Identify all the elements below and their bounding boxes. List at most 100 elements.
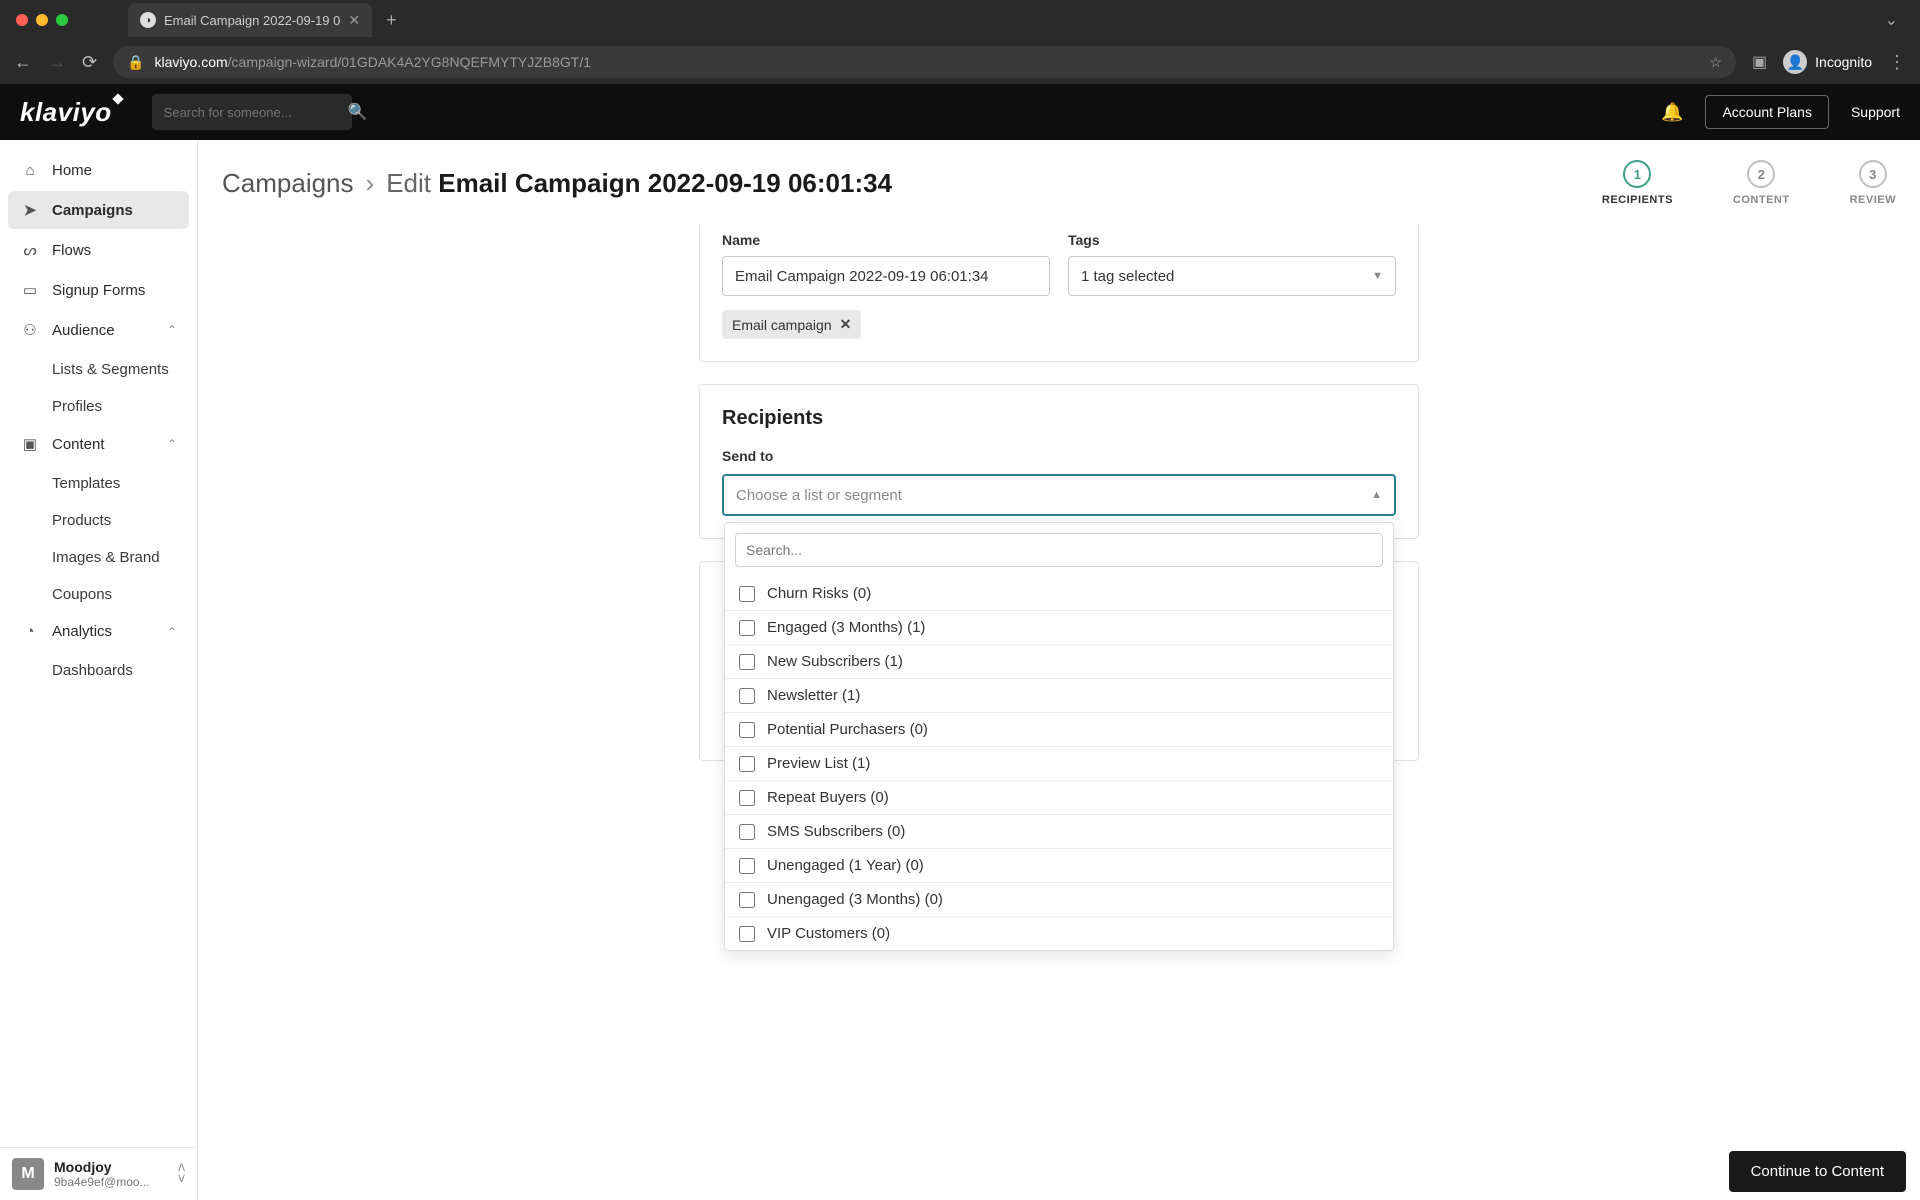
notifications-icon[interactable]: 🔔 <box>1661 102 1683 123</box>
lock-icon: 🔒 <box>127 54 144 71</box>
window-controls <box>16 14 68 26</box>
search-input[interactable] <box>164 105 340 120</box>
tab-bar: ◑ Email Campaign 2022-09-19 0 ✕ + ⌄ <box>0 0 1920 40</box>
address-bar: ← → ⟳ 🔒 klaviyo.com/campaign-wizard/01GD… <box>0 40 1920 84</box>
continue-button[interactable]: Continue to Content <box>1729 1151 1906 1192</box>
close-window-icon[interactable] <box>16 14 28 26</box>
campaign-details-card: Name Tags 1 tag selected ▼ Email campaig… <box>699 226 1419 362</box>
sidebar-item-signup-forms[interactable]: ▭ Signup Forms <box>8 271 189 309</box>
step-content[interactable]: 2 CONTENT <box>1733 160 1790 206</box>
sidebar-item-products[interactable]: Products <box>52 502 177 539</box>
option-vip-customers[interactable]: VIP Customers (0) <box>725 916 1393 950</box>
chevron-up-icon: ⌃ <box>167 625 177 639</box>
chevron-up-icon: ⌃ <box>167 437 177 451</box>
browser-chrome: ◑ Email Campaign 2022-09-19 0 ✕ + ⌄ ← → … <box>0 0 1920 84</box>
send-icon: ➤ <box>20 201 40 219</box>
account-plans-button[interactable]: Account Plans <box>1705 95 1829 129</box>
sidebar-item-dashboards[interactable]: Dashboards <box>52 652 177 689</box>
tags-label: Tags <box>1068 232 1396 248</box>
user-menu-chevron-icon: ᐱᐯ <box>178 1163 185 1185</box>
option-repeat-buyers[interactable]: Repeat Buyers (0) <box>725 780 1393 814</box>
option-churn-risks[interactable]: Churn Risks (0) <box>725 577 1393 610</box>
step-recipients[interactable]: 1 RECIPIENTS <box>1602 160 1673 206</box>
option-new-subscribers[interactable]: New Subscribers (1) <box>725 644 1393 678</box>
audience-icon: ⚇ <box>20 321 40 339</box>
back-button[interactable]: ← <box>14 52 32 73</box>
step-review[interactable]: 3 REVIEW <box>1850 160 1896 206</box>
extensions-icon[interactable]: ▣ <box>1752 52 1767 72</box>
tags-select[interactable]: 1 tag selected ▼ <box>1068 256 1396 296</box>
nav-list: ⌂ Home ➤ Campaigns ᔕ Flows ▭ Signup Form… <box>0 140 197 1147</box>
dropdown-list: Churn Risks (0) Engaged (3 Months) (1) N… <box>725 577 1393 950</box>
breadcrumb: Campaigns › Edit Email Campaign 2022-09-… <box>222 168 892 199</box>
incognito-badge[interactable]: 👤 Incognito <box>1783 50 1872 74</box>
page-header: Campaigns › Edit Email Campaign 2022-09-… <box>198 140 1920 226</box>
name-label: Name <box>722 232 1050 248</box>
sidebar-item-analytics[interactable]: ◔ Analytics ⌃ <box>8 613 189 650</box>
forward-button[interactable]: → <box>48 52 66 73</box>
campaign-name-input[interactable] <box>722 256 1050 296</box>
analytics-icon: ◔ <box>20 623 40 640</box>
avatar: M <box>12 1158 44 1190</box>
stepper: 1 RECIPIENTS 2 CONTENT 3 REVIEW <box>1602 160 1896 206</box>
logo[interactable]: klaviyo <box>20 97 112 128</box>
main-content: Campaigns › Edit Email Campaign 2022-09-… <box>198 140 1920 1200</box>
option-sms-subscribers[interactable]: SMS Subscribers (0) <box>725 814 1393 848</box>
caret-up-icon: ▲ <box>1371 489 1382 501</box>
tag-chip: Email campaign ✕ <box>722 310 861 339</box>
tab-title: Email Campaign 2022-09-19 0 <box>164 13 340 28</box>
user-name: Moodjoy <box>54 1159 168 1175</box>
option-newsletter[interactable]: Newsletter (1) <box>725 678 1393 712</box>
sidebar-item-campaigns[interactable]: ➤ Campaigns <box>8 191 189 229</box>
maximize-window-icon[interactable] <box>56 14 68 26</box>
dropdown-search-input[interactable] <box>735 533 1383 567</box>
option-preview-list[interactable]: Preview List (1) <box>725 746 1393 780</box>
app-header: klaviyo 🔍 🔔 Account Plans Support <box>0 84 1920 140</box>
new-tab-button[interactable]: + <box>386 10 397 31</box>
support-link[interactable]: Support <box>1851 104 1900 120</box>
option-unengaged-3-months[interactable]: Unengaged (3 Months) (0) <box>725 882 1393 916</box>
footer-bar: Continue to Content <box>1729 1151 1906 1192</box>
send-to-label: Send to <box>722 448 1396 464</box>
minimize-window-icon[interactable] <box>36 14 48 26</box>
favicon-icon: ◑ <box>140 12 156 28</box>
url-text: klaviyo.com/campaign-wizard/01GDAK4A2YG8… <box>155 54 591 70</box>
recipients-card: Recipients Send to Choose a list or segm… <box>699 384 1419 539</box>
send-to-dropdown: Churn Risks (0) Engaged (3 Months) (1) N… <box>724 522 1394 951</box>
incognito-icon: 👤 <box>1783 50 1807 74</box>
sidebar-item-flows[interactable]: ᔕ Flows <box>8 231 189 269</box>
tabs-dropdown-icon[interactable]: ⌄ <box>1885 10 1898 30</box>
bookmark-icon[interactable]: ☆ <box>1709 54 1722 71</box>
global-search[interactable]: 🔍 <box>152 94 352 130</box>
sidebar-item-templates[interactable]: Templates <box>52 465 177 502</box>
sidebar-item-content[interactable]: ▣ Content ⌃ <box>8 425 189 463</box>
browser-menu-icon[interactable]: ⋮ <box>1888 52 1906 73</box>
tab-close-icon[interactable]: ✕ <box>348 12 360 29</box>
form-icon: ▭ <box>20 281 40 299</box>
remove-tag-icon[interactable]: ✕ <box>840 316 852 333</box>
option-unengaged-1-year[interactable]: Unengaged (1 Year) (0) <box>725 848 1393 882</box>
browser-tab[interactable]: ◑ Email Campaign 2022-09-19 0 ✕ <box>128 3 372 37</box>
home-icon: ⌂ <box>20 162 40 179</box>
flows-icon: ᔕ <box>20 241 40 259</box>
sidebar-item-images-brand[interactable]: Images & Brand <box>52 539 177 576</box>
caret-down-icon: ▼ <box>1372 270 1383 282</box>
sidebar-item-profiles[interactable]: Profiles <box>52 388 177 425</box>
chevron-up-icon: ⌃ <box>167 323 177 337</box>
sidebar-item-coupons[interactable]: Coupons <box>52 576 177 613</box>
user-email: 9ba4e9ef@moo... <box>54 1175 168 1189</box>
option-engaged-3-months[interactable]: Engaged (3 Months) (1) <box>725 610 1393 644</box>
search-icon: 🔍 <box>348 102 368 122</box>
user-menu[interactable]: M Moodjoy 9ba4e9ef@moo... ᐱᐯ <box>0 1147 197 1200</box>
option-potential-purchasers[interactable]: Potential Purchasers (0) <box>725 712 1393 746</box>
sidebar-item-home[interactable]: ⌂ Home <box>8 152 189 189</box>
sidebar-item-lists-segments[interactable]: Lists & Segments <box>52 351 177 388</box>
breadcrumb-campaigns[interactable]: Campaigns <box>222 168 354 199</box>
sidebar: ⌂ Home ➤ Campaigns ᔕ Flows ▭ Signup Form… <box>0 140 198 1200</box>
page-title: Email Campaign 2022-09-19 06:01:34 <box>438 168 892 198</box>
recipients-title: Recipients <box>722 407 1396 430</box>
sidebar-item-audience[interactable]: ⚇ Audience ⌃ <box>8 311 189 349</box>
reload-button[interactable]: ⟳ <box>82 52 97 73</box>
send-to-combobox[interactable]: Choose a list or segment ▲ Churn Risks (… <box>722 474 1396 516</box>
url-input[interactable]: 🔒 klaviyo.com/campaign-wizard/01GDAK4A2Y… <box>113 46 1736 78</box>
